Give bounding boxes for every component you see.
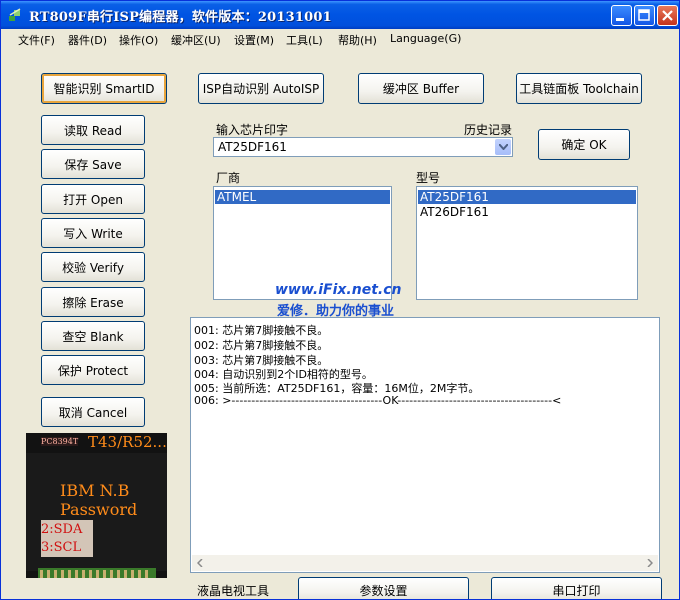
tv-tool-label[interactable]: 液晶电视工具 — [197, 582, 269, 599]
horizontal-scrollbar[interactable] — [192, 555, 658, 571]
model-label: 型号 — [416, 171, 441, 185]
minimize-button[interactable] — [611, 5, 632, 26]
chip-image: PC8394T T43/R52... IBM N.B Password 2:SD… — [26, 433, 167, 578]
menu-bar: 文件(F) 器件(D) 操作(O) 缓冲区(U) 设置(M) 工具(L) 帮助(… — [1, 29, 679, 49]
chip-label-top: PC8394T — [41, 437, 79, 446]
menu-settings[interactable]: 设置(M) — [234, 32, 274, 48]
toolchain-button[interactable]: 工具链面板 Toolchain — [516, 73, 642, 104]
verify-button[interactable]: 校验 Verify — [41, 252, 145, 282]
erase-button[interactable]: 擦除 Erase — [41, 287, 145, 317]
menu-device[interactable]: 器件(D) — [68, 32, 107, 48]
chip-text-line1: IBM N.B — [60, 481, 130, 500]
cancel-button[interactable]: 取消 Cancel — [41, 397, 145, 427]
menu-help[interactable]: 帮助(H) — [338, 32, 377, 48]
menu-file[interactable]: 文件(F) — [18, 32, 55, 48]
auto-isp-button[interactable]: ISP自动识别 AutoISP — [198, 73, 324, 104]
chip-marking-value: AT25DF161 — [218, 140, 287, 154]
log-line: 002: 芯片第7脚接触不良。 — [194, 339, 329, 352]
read-button[interactable]: 读取 Read — [41, 115, 145, 145]
chevron-right-icon — [647, 559, 653, 567]
list-item[interactable]: AT25DF161 — [418, 190, 636, 204]
menu-tools[interactable]: 工具(L) — [286, 32, 323, 48]
list-item[interactable]: AT26DF161 — [418, 205, 636, 219]
save-button[interactable]: 保存 Save — [41, 149, 145, 179]
write-button[interactable]: 写入 Write — [41, 218, 145, 248]
params-button[interactable]: 参数设置 — [298, 577, 469, 599]
chip-model-text: T43/R52... — [88, 433, 167, 451]
buffer-button[interactable]: 缓冲区 Buffer — [358, 73, 484, 104]
chip-pin-scl: 3:SCL — [41, 540, 82, 555]
app-window: RT809F串行ISP编程器，软件版本：20131001 文件(F) 器件(D)… — [0, 0, 680, 600]
close-button[interactable] — [657, 5, 678, 26]
chip-input-label: 输入芯片印字 — [216, 123, 289, 137]
app-icon — [9, 8, 21, 21]
scroll-left-button[interactable] — [192, 555, 208, 571]
chip-text-line2: Password — [60, 500, 138, 519]
list-item[interactable]: ATMEL — [215, 190, 390, 204]
menu-operation[interactable]: 操作(O) — [119, 32, 158, 48]
title-bar[interactable]: RT809F串行ISP编程器，软件版本：20131001 — [1, 1, 679, 29]
blank-button[interactable]: 查空 Blank — [41, 321, 145, 351]
serial-print-button[interactable]: 串口打印 — [491, 577, 662, 599]
model-list[interactable]: AT25DF161 AT26DF161 — [416, 186, 638, 300]
watermark-url: www.iFix.net.cn — [275, 282, 402, 298]
log-output[interactable]: 001: 芯片第7脚接触不良。 002: 芯片第7脚接触不良。 003: 芯片第… — [190, 317, 660, 573]
minimize-icon — [616, 18, 624, 21]
chevron-down-icon — [498, 144, 508, 150]
menu-buffer[interactable]: 缓冲区(U) — [171, 32, 221, 48]
chip-pin-sda: 2:SDA — [41, 522, 83, 537]
maximize-button[interactable] — [634, 5, 655, 26]
maximize-icon — [638, 9, 650, 21]
close-icon — [662, 10, 673, 21]
chevron-left-icon — [197, 559, 203, 567]
menu-language[interactable]: Language(G) — [390, 32, 461, 45]
chip-marking-combo[interactable]: AT25DF161 — [213, 137, 513, 157]
history-label: 历史记录 — [464, 123, 513, 137]
log-line: 001: 芯片第7脚接触不良。 — [194, 324, 329, 337]
dropdown-arrow-button[interactable] — [495, 139, 511, 155]
window-title: RT809F串行ISP编程器，软件版本：20131001 — [29, 10, 332, 25]
vendor-label: 厂商 — [216, 171, 241, 185]
open-button[interactable]: 打开 Open — [41, 184, 145, 214]
scroll-right-button[interactable] — [642, 555, 658, 571]
protect-button[interactable]: 保护 Protect — [41, 355, 145, 385]
log-line: 006: >----------------------------------… — [194, 394, 562, 407]
ok-button[interactable]: 确定 OK — [538, 129, 630, 160]
smart-id-button[interactable]: 智能识别 SmartID — [41, 73, 167, 104]
